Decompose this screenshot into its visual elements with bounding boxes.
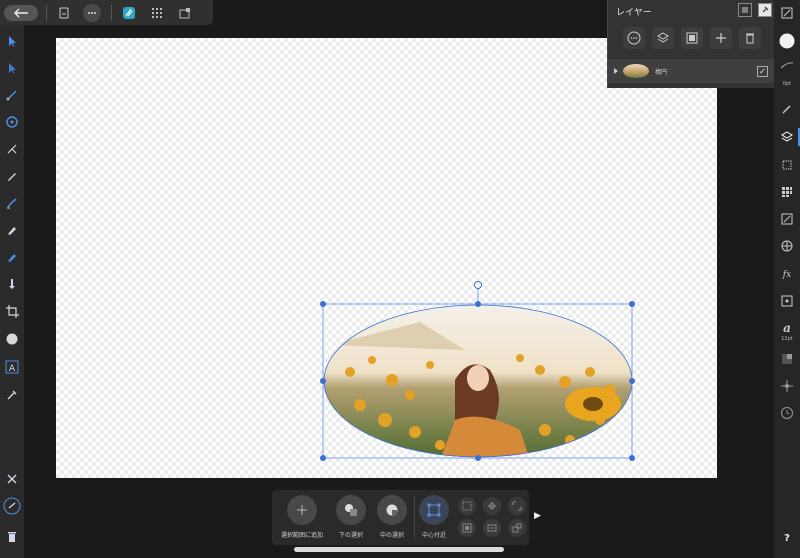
select-behind-button[interactable]: 下の選択	[329, 495, 373, 539]
layers-studio-button[interactable]	[778, 128, 796, 146]
option-button[interactable]	[458, 519, 476, 537]
layer-stack-button[interactable]	[652, 27, 674, 49]
effects-button[interactable]	[778, 156, 796, 174]
brushes-button[interactable]	[778, 100, 796, 118]
option-icon	[488, 502, 496, 510]
color-swatch-icon	[779, 33, 795, 49]
option-icon	[462, 523, 472, 533]
select-inside-button[interactable]: 中の選択	[370, 495, 414, 539]
ctx-label: 選択範囲に追加	[280, 532, 323, 539]
fx-icon: fx	[782, 270, 791, 279]
option-icon	[487, 524, 497, 532]
text-styles-icon	[781, 295, 793, 307]
select-inside-icon	[377, 495, 407, 525]
svg-text:fx: fx	[782, 270, 791, 279]
layer-visibility-checkbox[interactable]: ✓	[757, 65, 768, 77]
layer-thumbnail	[623, 64, 649, 78]
appearance-icon	[781, 240, 793, 252]
delete-layer-button[interactable]	[739, 27, 761, 49]
context-toolbar: 選択範囲に追加 下の選択 中の選択 中心付近	[272, 490, 529, 545]
effects-icon	[782, 160, 792, 170]
studio-toolbar: 0pt fx a 12pt ?	[774, 0, 800, 558]
center-transform-icon	[419, 495, 449, 525]
snapping-button[interactable]	[778, 377, 796, 395]
character-button[interactable]: a	[778, 318, 796, 336]
navigator-button[interactable]	[778, 4, 796, 22]
appearance-button[interactable]	[778, 237, 796, 255]
transform-icon	[781, 213, 793, 225]
expand-arrow-icon[interactable]	[613, 67, 619, 75]
stroke-button[interactable]	[778, 56, 796, 74]
option-icon	[462, 501, 472, 511]
transform-options-grid	[456, 495, 528, 539]
help-button[interactable]: ?	[774, 533, 800, 544]
panel-menu-button[interactable]	[738, 3, 752, 17]
ctx-label: 中の選択	[379, 532, 404, 539]
character-icon: a	[783, 321, 791, 334]
fx-button[interactable]: fx	[778, 264, 796, 282]
menu-icon	[742, 7, 748, 13]
fill-color-well[interactable]	[778, 32, 796, 50]
paragraph-icon	[782, 354, 792, 364]
plus-icon	[716, 33, 726, 43]
select-behind-icon	[336, 495, 366, 525]
history-icon	[781, 407, 793, 419]
option-button[interactable]	[508, 519, 526, 537]
brush-icon	[782, 105, 791, 114]
swatches-icon	[782, 187, 792, 197]
layer-row[interactable]: 楕円 ✓	[608, 59, 776, 83]
more-options-arrow[interactable]: ▶	[534, 511, 541, 521]
layer-actions	[608, 22, 776, 54]
text-styles-button[interactable]	[778, 292, 796, 310]
ctx-label: 下の選択	[338, 532, 363, 539]
svg-text:a: a	[783, 321, 791, 334]
stroke-icon	[780, 62, 794, 69]
stroke-width-label: 0pt	[782, 81, 792, 87]
font-size-label: 12pt	[781, 336, 793, 342]
option-button[interactable]	[483, 519, 501, 537]
more-icon	[627, 31, 641, 45]
option-button[interactable]	[458, 497, 476, 515]
plus-icon	[287, 495, 317, 525]
layer-name: 楕円	[655, 68, 668, 76]
swatches-button[interactable]	[778, 183, 796, 201]
add-layer-button[interactable]	[710, 27, 732, 49]
paragraph-button[interactable]	[778, 350, 796, 368]
option-icon	[512, 523, 522, 533]
pin-icon	[762, 6, 769, 13]
history-button[interactable]	[778, 404, 796, 422]
mask-icon	[686, 32, 698, 44]
layers-icon	[781, 131, 793, 142]
option-button[interactable]	[483, 497, 501, 515]
navigator-icon	[781, 7, 793, 19]
layers-icon	[657, 32, 669, 43]
ctx-label: 中心付近	[421, 532, 446, 539]
option-icon	[512, 501, 522, 511]
add-to-selection-button[interactable]: 選択範囲に追加	[280, 495, 324, 539]
home-indicator	[294, 547, 504, 552]
layers-panel-title: レイヤー	[616, 8, 652, 18]
layer-options-button[interactable]	[623, 27, 645, 49]
mask-layer-button[interactable]	[681, 27, 703, 49]
layers-panel: レイヤー 楕円 ✓	[607, 0, 776, 88]
transform-from-center-button[interactable]: 中心付近	[412, 495, 456, 539]
trash-icon	[746, 33, 754, 44]
option-button[interactable]	[508, 497, 526, 515]
transform-button[interactable]	[778, 210, 796, 228]
panel-pin-button[interactable]	[758, 3, 772, 17]
snapping-icon	[781, 380, 793, 392]
